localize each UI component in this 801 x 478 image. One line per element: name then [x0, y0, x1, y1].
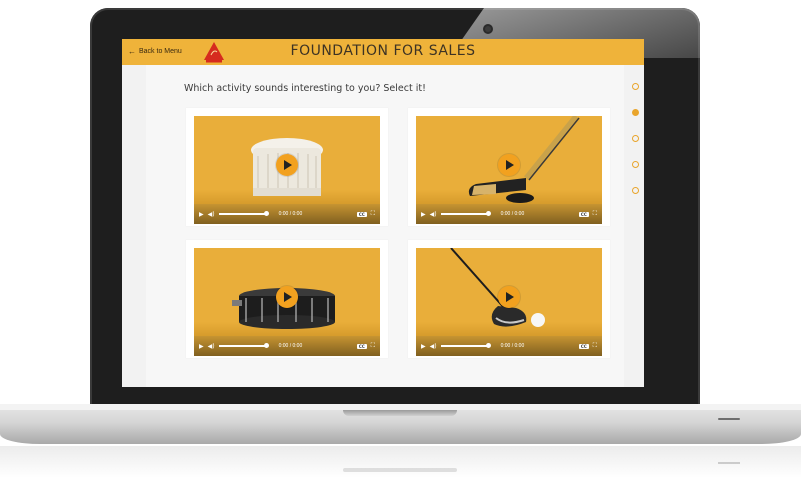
video-player-hockey[interactable]: ▶ ◀) 0:00 / 0:00 CC ⛶ — [416, 116, 602, 224]
volume-icon[interactable]: ◀) — [430, 211, 437, 218]
fullscreen-icon[interactable]: ⛶ — [371, 342, 375, 350]
play-icon[interactable]: ▶ — [421, 211, 426, 218]
play-button[interactable] — [276, 154, 298, 176]
volume-slider[interactable] — [440, 211, 491, 216]
volume-slider[interactable] — [218, 343, 269, 348]
volume-icon[interactable]: ◀) — [208, 211, 215, 218]
video-player-cooking[interactable]: ▶ ◀) 0:00 / 0:00 CC ⛶ — [194, 116, 380, 224]
volume-icon[interactable]: ◀) — [208, 343, 215, 350]
video-time: 0:00 / 0:00 — [278, 343, 303, 349]
step-dot-active[interactable] — [632, 109, 639, 116]
app-header: ← Back to Menu FOUNDATION FOR SALES — [122, 39, 644, 65]
step-dot[interactable] — [632, 135, 639, 142]
status-led — [718, 418, 740, 420]
app-screen: ← Back to Menu FOUNDATION FOR SALES Whic… — [122, 39, 644, 387]
play-icon[interactable]: ▶ — [199, 211, 204, 218]
video-controls: ▶ ◀) 0:00 / 0:00 CC ⛶ — [194, 336, 380, 356]
video-time: 0:00 / 0:00 — [500, 343, 525, 349]
play-button[interactable] — [498, 154, 520, 176]
video-controls: ▶ ◀) 0:00 / 0:00 CC ⛶ — [416, 204, 602, 224]
volume-icon[interactable]: ◀) — [430, 343, 437, 350]
captions-button[interactable]: CC — [356, 343, 367, 349]
play-icon[interactable]: ▶ — [199, 343, 204, 350]
question-prompt: Which activity sounds interesting to you… — [184, 83, 426, 94]
video-controls: ▶ ◀) 0:00 / 0:00 CC ⛶ — [194, 204, 380, 224]
volume-slider[interactable] — [218, 211, 269, 216]
captions-button[interactable]: CC — [578, 211, 589, 217]
page-title: FOUNDATION FOR SALES — [290, 43, 476, 59]
fullscreen-icon[interactable]: ⛶ — [593, 210, 597, 218]
step-navigation — [632, 83, 642, 213]
step-dot[interactable] — [632, 187, 639, 194]
fullscreen-icon[interactable]: ⛶ — [371, 210, 375, 218]
video-time: 0:00 / 0:00 — [500, 211, 525, 217]
camera-icon — [485, 26, 491, 32]
captions-button[interactable]: CC — [356, 211, 367, 217]
hockey-stick-image — [468, 116, 580, 203]
video-time: 0:00 / 0:00 — [278, 211, 303, 217]
play-icon[interactable]: ▶ — [421, 343, 426, 350]
laptop-reflection — [0, 446, 801, 478]
step-dot[interactable] — [632, 83, 639, 90]
activity-card-drums[interactable]: ▶ ◀) 0:00 / 0:00 CC ⛶ — [186, 240, 388, 358]
fullscreen-icon[interactable]: ⛶ — [593, 342, 597, 350]
activity-card-golf[interactable]: ▶ ◀) 0:00 / 0:00 CC ⛶ — [408, 240, 610, 358]
laptop-notch — [343, 410, 457, 416]
play-button[interactable] — [498, 286, 520, 308]
video-player-golf[interactable]: ▶ ◀) 0:00 / 0:00 CC ⛶ — [416, 248, 602, 356]
step-dot[interactable] — [632, 161, 639, 168]
video-player-drums[interactable]: ▶ ◀) 0:00 / 0:00 CC ⛶ — [194, 248, 380, 356]
play-button[interactable] — [276, 286, 298, 308]
activity-card-cooking[interactable]: ▶ ◀) 0:00 / 0:00 CC ⛶ — [186, 108, 388, 226]
volume-slider[interactable] — [440, 343, 491, 348]
activity-card-hockey[interactable]: ▶ ◀) 0:00 / 0:00 CC ⛶ — [408, 108, 610, 226]
video-controls: ▶ ◀) 0:00 / 0:00 CC ⛶ — [416, 336, 602, 356]
captions-button[interactable]: CC — [578, 343, 589, 349]
content-panel: Which activity sounds interesting to you… — [146, 65, 624, 387]
